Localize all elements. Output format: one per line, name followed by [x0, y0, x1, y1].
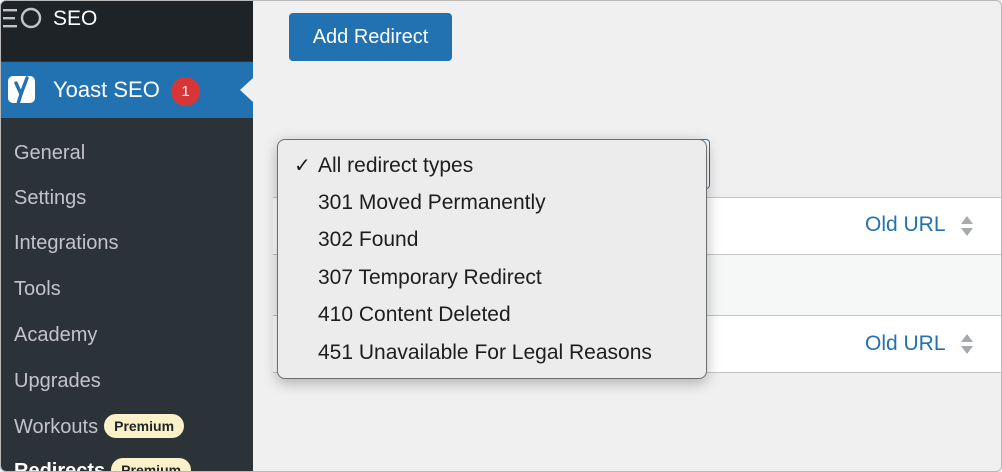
sidebar-item-label: Workouts — [14, 416, 99, 438]
sidebar-item-redirects[interactable]: Redirects Premium — [14, 457, 192, 472]
sidebar-seo-label: SEO — [53, 7, 98, 30]
old-url-column-header[interactable]: Old URL — [865, 213, 946, 237]
sidebar-item-label: Redirects — [14, 460, 106, 472]
menu-list-icon — [3, 7, 42, 29]
dropdown-option[interactable]: 302 Found — [318, 226, 418, 254]
sidebar-item-label: Upgrades — [14, 370, 101, 392]
current-menu-caret — [240, 78, 253, 102]
dropdown-option[interactable]: 307 Temporary Redirect — [318, 264, 542, 292]
yoast-logo-icon — [8, 76, 35, 106]
sidebar-item-label: Settings — [14, 187, 87, 209]
sidebar-item-academy[interactable]: Academy — [14, 321, 97, 349]
old-url-column-footer[interactable]: Old URL — [865, 332, 946, 356]
sidebar-item-label: General — [14, 142, 86, 164]
sidebar-item-yoast-seo[interactable]: Yoast SEO 1 — [1, 62, 253, 118]
add-redirect-button[interactable]: Add Redirect — [289, 13, 452, 61]
sidebar-seo-header[interactable]: SEO — [1, 1, 253, 61]
sidebar-item-label: Tools — [14, 278, 61, 300]
redirect-type-dropdown: ✓ All redirect types 301 Moved Permanent… — [277, 139, 707, 379]
dropdown-option[interactable]: 301 Moved Permanently — [318, 189, 546, 217]
premium-badge: Premium — [111, 458, 192, 471]
sidebar-yoast-label: Yoast SEO — [53, 77, 160, 102]
sort-icon[interactable] — [959, 331, 975, 357]
notification-badge: 1 — [171, 77, 200, 106]
sidebar-item-tools[interactable]: Tools — [14, 275, 61, 303]
sidebar-item-label: Integrations — [14, 232, 119, 254]
sort-icon[interactable] — [959, 213, 975, 239]
sidebar-item-settings[interactable]: Settings — [14, 184, 86, 212]
dropdown-option[interactable]: 410 Content Deleted — [318, 301, 511, 329]
premium-badge: Premium — [104, 414, 185, 438]
app-window: SEO Yoast SEO 1 General Settings Integra… — [0, 0, 1002, 472]
sidebar-item-workouts[interactable]: Workouts Premium — [14, 413, 185, 441]
sidebar-item-integrations[interactable]: Integrations — [14, 229, 119, 257]
checkmark-icon: ✓ — [294, 155, 311, 177]
admin-sidebar: SEO Yoast SEO 1 General Settings Integra… — [1, 1, 253, 472]
sidebar-item-label: Academy — [14, 324, 98, 346]
sidebar-item-general[interactable]: General — [14, 139, 85, 167]
dropdown-option[interactable]: All redirect types — [318, 152, 473, 180]
dropdown-option[interactable]: 451 Unavailable For Legal Reasons — [318, 339, 652, 367]
sidebar-item-upgrades[interactable]: Upgrades — [14, 367, 101, 395]
